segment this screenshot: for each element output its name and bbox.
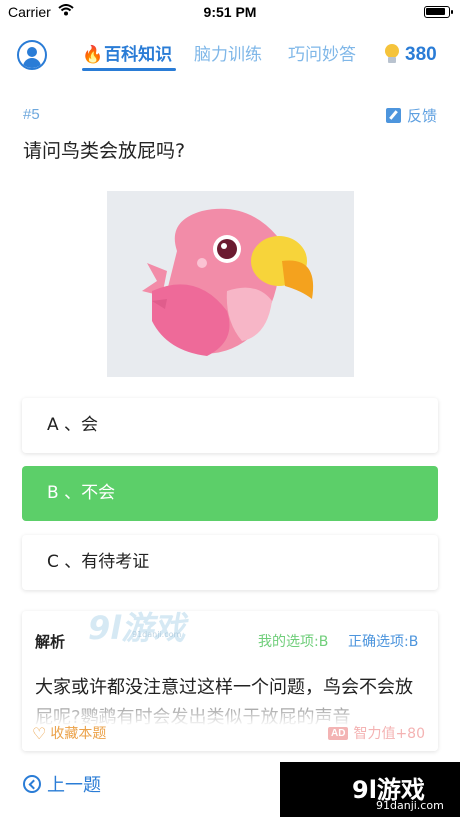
analysis-title: 解析 (35, 633, 66, 651)
favorite-button[interactable]: ♡ 收藏本题 (32, 723, 106, 743)
correct-choice: 正确选项:B (348, 634, 419, 650)
avatar-body (23, 58, 41, 68)
battery-icon (424, 6, 453, 18)
clock: 9:51 PM (203, 4, 257, 20)
analysis-panel: 解析 我的选项:B 正确选项:B 大家或许都没注意过这样一个问题，鸟会不会放屁呢… (22, 611, 438, 751)
reward-label: 智力值+80 (353, 726, 425, 742)
watermark-corner-url: 91danji.com (376, 799, 444, 812)
question-text: 请问鸟类会放屁吗? (23, 140, 186, 162)
lightbulb-base (388, 57, 396, 63)
previous-question-label: 上一题 (47, 775, 101, 796)
tab-clever-answers[interactable]: 巧问妙答 (288, 40, 356, 65)
score-value: 380 (405, 44, 437, 65)
watermark-center: 9l游戏 (88, 609, 186, 647)
watermark-center-sub: 91danji.com (132, 630, 182, 639)
question-image (107, 191, 354, 377)
active-tab-indicator (82, 68, 176, 71)
feedback-label: 反馈 (406, 107, 437, 125)
edit-icon (385, 108, 401, 123)
feedback-button[interactable]: 反馈 (385, 105, 437, 126)
tab-brain-training[interactable]: 脑力训练 (194, 40, 262, 65)
favorite-label: 收藏本题 (50, 726, 107, 742)
option-c[interactable]: C 、有待考证 (22, 535, 438, 590)
option-b-selected[interactable]: B 、不会 (22, 466, 438, 521)
tab-encyclopedia[interactable]: 🔥百科知识 (82, 40, 172, 65)
lightbulb-icon (384, 44, 400, 68)
ad-reward-button[interactable]: AD 智力值+80 (328, 723, 425, 743)
question-number: #5 (23, 106, 40, 123)
lightbulb-glass (385, 44, 399, 58)
status-bar: Carrier 9:51 PM (0, 0, 460, 24)
parrot-illustration (142, 208, 314, 356)
tab-encyclopedia-label: 百科知识 (104, 45, 173, 65)
fire-icon: 🔥 (82, 45, 104, 65)
chevron-left-circle-icon (23, 775, 41, 793)
user-avatar-icon[interactable] (17, 40, 47, 70)
previous-question-button[interactable]: 上一题 (23, 771, 101, 797)
watermark-corner: 9l游戏 91danji.com (280, 762, 460, 817)
avatar-head (27, 47, 37, 57)
heart-icon: ♡ (32, 723, 47, 743)
ad-icon: AD (328, 726, 349, 740)
top-nav: 🔥百科知识 脑力训练 巧问妙答 380 (0, 34, 460, 78)
my-choice: 我的选项:B (258, 634, 329, 650)
option-a[interactable]: A 、会 (22, 398, 438, 453)
